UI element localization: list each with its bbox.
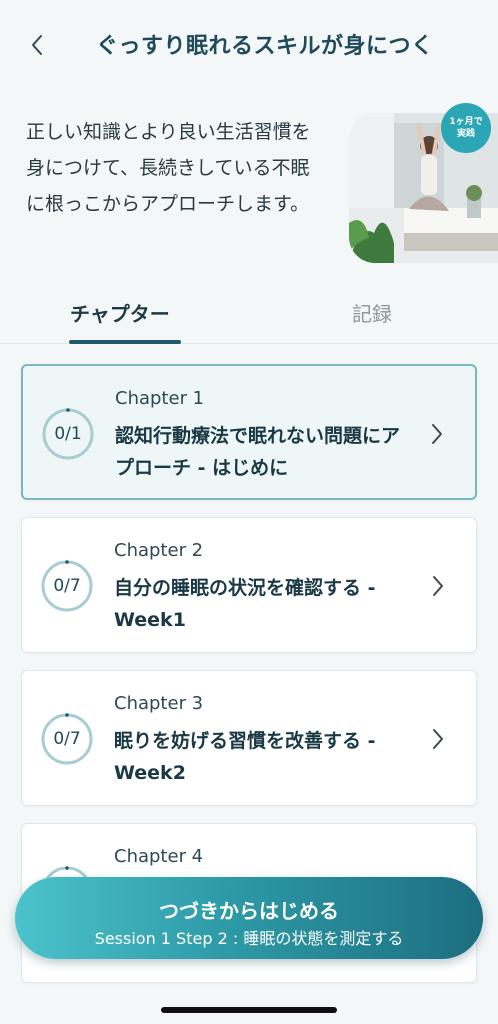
tab-bar: チャプター 記録 <box>0 290 498 344</box>
chevron-right-icon <box>432 424 442 444</box>
progress-label: 0/1 <box>54 424 82 444</box>
home-indicator[interactable] <box>161 1007 337 1013</box>
intro-text: 正しい知識とより良い生活習慣を身につけて、長続きしている不眠に根っこからアプロー… <box>26 121 311 215</box>
chapter-title: 自分の睡眠の状況を確認する - Week1 <box>114 577 376 631</box>
chapter-card-2[interactable]: 0/7 Chapter 2 自分の睡眠の状況を確認する - Week1 <box>21 517 477 653</box>
chevron-right-icon <box>433 576 443 596</box>
chapter-number: Chapter 1 <box>115 388 205 409</box>
duration-badge: 1ヶ月で 実践 <box>441 103 491 153</box>
continue-button-label: つづきからはじめる <box>159 899 339 923</box>
tab-active-indicator <box>69 340 181 344</box>
page-title: ぐっすり眠れるスキルが身につく <box>96 34 434 59</box>
chapter-number: Chapter 4 <box>114 846 204 867</box>
chapter-card-3[interactable]: 0/7 Chapter 3 眠りを妨げる習慣を改善する - Week2 <box>21 670 477 806</box>
header: ぐっすり眠れるスキルが身につく <box>0 0 498 92</box>
chapter-title: 眠りを妨げる習慣を改善する - Week2 <box>114 730 376 784</box>
badge-line2: 実践 <box>456 129 475 139</box>
continue-button[interactable]: つづきからはじめる Session 1 Step 2 : 睡眠の状態を測定する <box>15 877 483 959</box>
badge-line1: 1ヶ月で <box>449 117 483 127</box>
progress-label: 0/7 <box>53 576 81 596</box>
tab-records[interactable]: 記録 <box>352 298 392 327</box>
back-button[interactable] <box>22 30 52 60</box>
chapter-card-1[interactable]: 0/1 Chapter 1 認知行動療法で眠れない問題にアプローチ - はじめに <box>21 364 477 500</box>
chevron-right-icon <box>433 729 443 749</box>
progress-label: 0/7 <box>53 729 81 749</box>
chapter-number: Chapter 3 <box>114 693 204 714</box>
chevron-left-icon <box>32 35 42 55</box>
chapter-title: 認知行動療法で眠れない問題にアプローチ - はじめに <box>115 425 401 479</box>
continue-button-sublabel: Session 1 Step 2 : 睡眠の状態を測定する <box>94 929 404 948</box>
chapter-number: Chapter 2 <box>114 540 204 561</box>
tab-chapters[interactable]: チャプター <box>70 298 170 327</box>
